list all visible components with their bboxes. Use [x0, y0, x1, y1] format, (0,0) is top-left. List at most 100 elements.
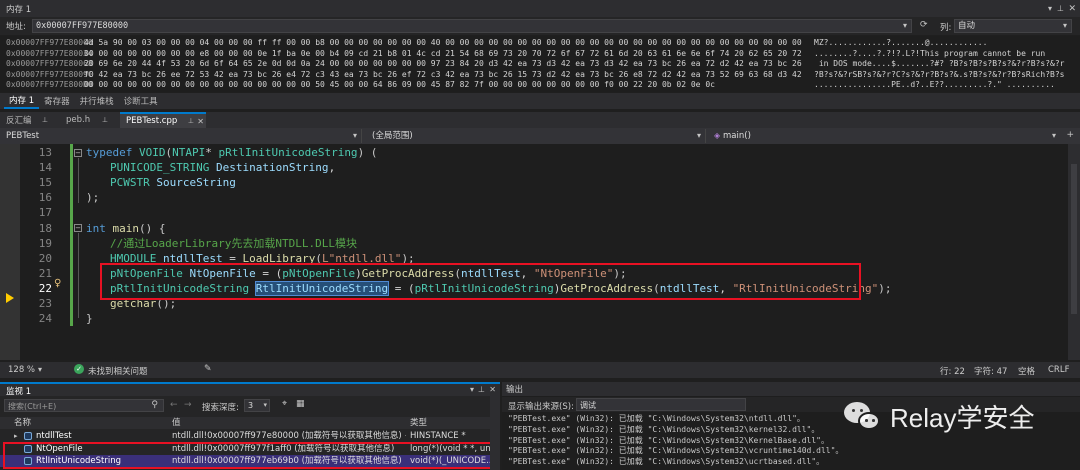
- code-line[interactable]: 13 typedef VOID(NTAPI* pRtlInitUnicodeStr…: [0, 145, 1060, 160]
- output-source-select[interactable]: 调试: [576, 398, 746, 411]
- brush-icon[interactable]: ✎: [204, 364, 212, 374]
- memory-ascii[interactable]: MZ?............?.......@............: [814, 38, 1069, 49]
- member-dropdown[interactable]: ◈ main() ▾: [710, 129, 1060, 143]
- code-line[interactable]: 15 PCWSTR SourceString: [0, 175, 1060, 190]
- code-text[interactable]: typedef VOID(NTAPI* pRtlInitUnicodeStrin…: [86, 145, 377, 160]
- code-line[interactable]: 17: [0, 205, 1060, 220]
- depth-select[interactable]: 3 ▾: [244, 399, 270, 412]
- memory-title: 内存 1: [6, 4, 32, 15]
- code-text[interactable]: PUNICODE_STRING DestinationString,: [110, 160, 335, 175]
- expand-icon[interactable]: ▸: [14, 430, 18, 442]
- memory-tab-1[interactable]: 寄存器: [39, 93, 75, 109]
- code-line[interactable]: 16);: [0, 190, 1060, 205]
- memory-row[interactable]: 0x00007FF977E800D0 00 00 00 00 00 00 00 0…: [0, 80, 1080, 91]
- close-icon[interactable]: ✕: [197, 117, 204, 126]
- close-icon[interactable]: ✕: [489, 385, 496, 394]
- watch-search-input[interactable]: 搜索(Ctrl+E) ⚲: [4, 399, 164, 412]
- project-dropdown[interactable]: PEBTest ▾: [2, 129, 362, 143]
- memory-hex-bytes[interactable]: 20 69 6e 20 44 4f 53 20 6d 6f 64 65 2e 0…: [84, 59, 804, 70]
- code-text[interactable]: int main() {: [86, 221, 166, 236]
- memory-tab-3[interactable]: 诊断工具: [119, 93, 163, 109]
- pin-icon[interactable]: ⊥: [188, 117, 194, 125]
- memory-window-title: 内存 1 ▾ ⊥ ✕: [0, 0, 1080, 17]
- pin-icon[interactable]: ⊥: [102, 116, 108, 124]
- code-text[interactable]: PCWSTR SourceString: [110, 175, 236, 190]
- back-arrow-icon[interactable]: ←: [170, 400, 178, 410]
- memory-ascii[interactable]: ........?....?.?!?.L?!This program canno…: [814, 49, 1069, 60]
- code-editor[interactable]: ♀ − − 13 typedef VOID(NTAPI* pRtlInitUnic…: [0, 144, 1068, 360]
- output-line[interactable]: "PEBTest.exe" (Win32): 已加载 "C:\Windows\S…: [508, 446, 1080, 456]
- memory-hex-bytes[interactable]: 00 00 00 00 00 00 00 00 00 00 00 00 00 0…: [84, 80, 804, 91]
- close-icon[interactable]: ✕: [1068, 4, 1076, 14]
- member-value: main(): [723, 131, 751, 141]
- memory-row[interactable]: 0x00007FF977E8009C f0 42 ea 73 bc 26 ee 7…: [0, 70, 1080, 81]
- code-line[interactable]: 24}: [0, 311, 1060, 326]
- code-text[interactable]: }: [86, 311, 93, 326]
- code-token: () {: [139, 221, 166, 235]
- memory-hex-view[interactable]: 0x00007FF977E80000 4d 5a 90 00 03 00 00 0…: [0, 36, 1080, 92]
- split-icon[interactable]: +: [1066, 130, 1074, 140]
- code-line[interactable]: 18 int main() {: [0, 221, 1060, 236]
- memory-hex-bytes[interactable]: 00 00 00 00 00 00 00 00 e8 00 00 00 0e 1…: [84, 49, 804, 60]
- address-input[interactable]: 0x00007FF977E80000 ▾: [32, 19, 912, 33]
- output-line[interactable]: "PEBTest.exe" (Win32): 已加载 "C:\Windows\S…: [508, 457, 1080, 467]
- chevron-down-icon[interactable]: ▾: [697, 129, 701, 143]
- chevron-down-icon[interactable]: ▾: [353, 129, 357, 143]
- memory-ascii[interactable]: in DOS mode....$.......?#? ?B?s?B?s?B?s?…: [814, 59, 1069, 70]
- memory-row[interactable]: 0x00007FF977E80034 00 00 00 00 00 00 00 0…: [0, 49, 1080, 60]
- scope-dropdown[interactable]: (全局范围) ▾: [366, 129, 706, 143]
- dropdown-arrow-icon[interactable]: ▾: [903, 20, 907, 32]
- memory-ascii[interactable]: ?B?s?&?rSB?s?&?r?C?s?&?r?B?s?&.s?B?s?&?r…: [814, 70, 1069, 81]
- highlight-box: [100, 263, 861, 300]
- grid-view-icon[interactable]: ▦: [296, 399, 305, 409]
- memory-hex-bytes[interactable]: 4d 5a 90 00 03 00 00 00 04 00 00 00 ff f…: [84, 38, 804, 49]
- char-indicator[interactable]: 字符: 47: [974, 365, 1007, 377]
- memory-tab-2[interactable]: 并行堆栈: [75, 93, 119, 109]
- memory-tab-0[interactable]: 内存 1: [4, 93, 40, 109]
- scroll-thumb[interactable]: [1071, 164, 1077, 314]
- line-indicator[interactable]: 行: 22: [940, 365, 965, 377]
- space-indicator[interactable]: 空格: [1018, 365, 1035, 377]
- dropdown-icon[interactable]: ▾: [470, 385, 474, 394]
- watch-name[interactable]: ntdllTest: [36, 430, 166, 442]
- memory-row[interactable]: 0x00007FF977E80068 20 69 6e 20 44 4f 53 2…: [0, 59, 1080, 70]
- chevron-down-icon[interactable]: ▾: [263, 401, 267, 409]
- output-line[interactable]: "PEBTest.exe" (Win32): 已加载 "C:\Windows\S…: [508, 436, 1080, 446]
- issues-text[interactable]: 未找到相关问题: [88, 365, 148, 377]
- doc-tab-2[interactable]: PEBTest.cpp ⊥ ✕: [120, 112, 206, 128]
- code-text[interactable]: //通过LoaderLibrary先去加载NTDLL.DLL模块: [110, 236, 357, 251]
- memory-ascii[interactable]: ................PE..d?..E??.........?." …: [814, 80, 1069, 91]
- pin-icon[interactable]: ⊥: [1057, 4, 1064, 13]
- watch-scrollbar[interactable]: [490, 396, 500, 470]
- forward-arrow-icon[interactable]: →: [184, 400, 192, 410]
- col-value-header[interactable]: 值: [172, 417, 181, 429]
- chevron-down-icon[interactable]: ▾: [38, 365, 42, 374]
- pin-icon[interactable]: ⊥: [478, 385, 485, 394]
- code-line[interactable]: 14 PUNICODE_STRING DestinationString,: [0, 160, 1060, 175]
- doc-tab-1[interactable]: peb.h ⊥: [60, 112, 120, 128]
- chevron-down-icon[interactable]: ▾: [1052, 129, 1056, 143]
- col-type-header[interactable]: 类型: [410, 417, 427, 429]
- pin-icon[interactable]: ⊥: [42, 116, 48, 124]
- memory-row[interactable]: 0x00007FF977E80000 4d 5a 90 00 03 00 00 0…: [0, 38, 1080, 49]
- watch-row[interactable]: ▸ ntdllTest ntdll.dll!0x00007ff977e80000 (…: [0, 430, 500, 442]
- memory-hex-bytes[interactable]: f0 42 ea 73 bc 26 ee 72 53 42 ea 73 bc 2…: [84, 70, 804, 81]
- code-token: SourceString: [156, 176, 236, 190]
- columns-select[interactable]: 自动 ▾: [954, 19, 1072, 33]
- eol-indicator[interactable]: CRLF: [1048, 365, 1069, 375]
- doc-tab-label: peb.h: [66, 115, 91, 125]
- watch-value[interactable]: ntdll.dll!0x00007ff977e80000 (加载符号以获取其他信…: [172, 430, 406, 442]
- refresh-icon[interactable]: ⟳: [920, 20, 928, 30]
- vertical-scrollbar[interactable]: [1068, 144, 1080, 360]
- col-name-header[interactable]: 名称: [14, 417, 31, 429]
- zoom-level[interactable]: 128 %: [8, 365, 35, 375]
- watch-highlight-box: [3, 442, 496, 469]
- doc-tab-0[interactable]: 反汇编 ⊥: [0, 112, 60, 128]
- chevron-down-icon[interactable]: ▾: [1063, 20, 1067, 32]
- dropdown-icon[interactable]: ▾: [1048, 4, 1052, 13]
- search-icon[interactable]: ⚲: [151, 400, 158, 410]
- pin-watch-icon[interactable]: ⌖: [282, 399, 287, 409]
- code-text[interactable]: );: [86, 190, 99, 205]
- code-lines[interactable]: 13 typedef VOID(NTAPI* pRtlInitUnicodeStr…: [0, 145, 1060, 355]
- code-line[interactable]: 19 //通过LoaderLibrary先去加载NTDLL.DLL模块: [0, 236, 1060, 251]
